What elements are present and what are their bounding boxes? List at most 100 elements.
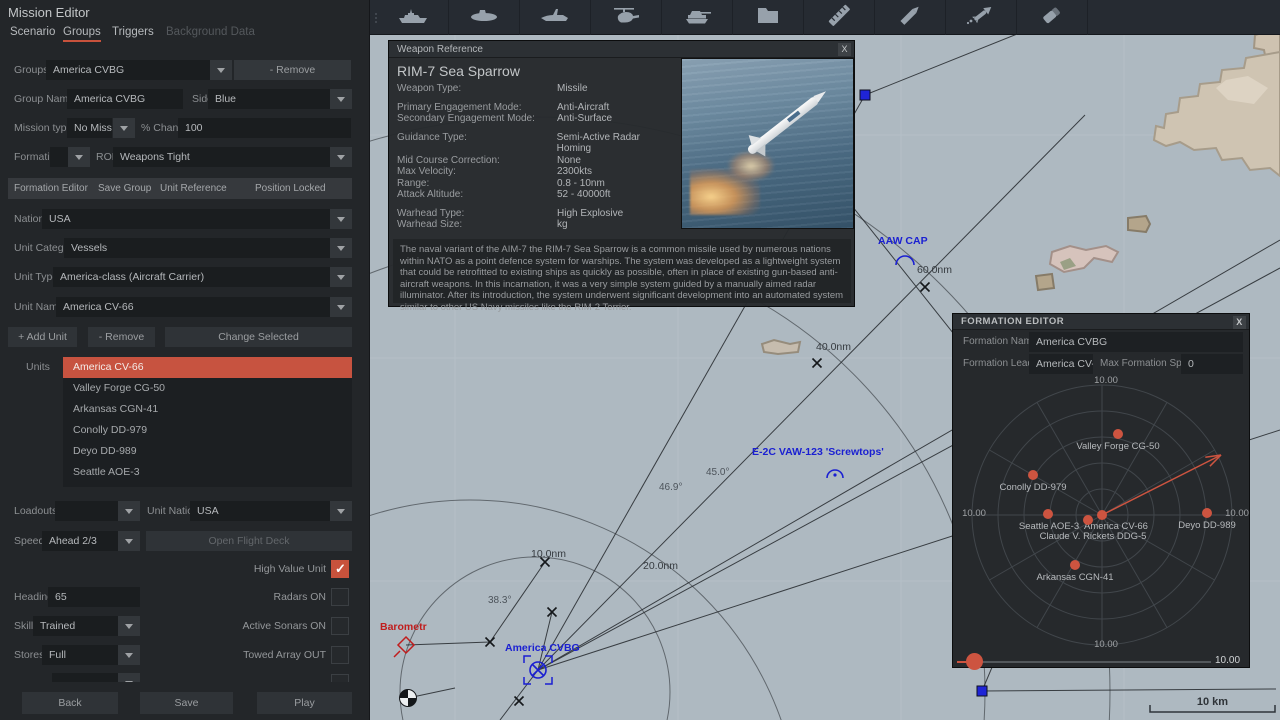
tab-triggers[interactable]: Triggers [112,22,154,42]
formation-ship-dot[interactable] [1202,508,1212,518]
formation-ship-dot[interactable] [1028,470,1038,480]
formation-ship-label[interactable]: Deyo DD-989 [1178,520,1236,531]
unit-nation-select[interactable]: USA [190,501,330,521]
list-item-unit[interactable]: Claude V. Rickets DDG-5 [63,483,352,487]
unit-reference-button[interactable]: Unit Reference [160,178,227,199]
weapon-reference-title: Weapon Reference [397,44,483,55]
toolbar-missile-button[interactable] [946,0,1017,35]
nation-dropdown-arrow[interactable] [330,209,352,229]
loadouts-select[interactable] [55,501,118,521]
mission-type-select[interactable]: No Mission [67,118,112,138]
formation-dropdown-arrow[interactable] [68,147,90,167]
group-name-input[interactable]: America CVBG [67,89,183,109]
formation-ship-dot[interactable] [1070,560,1080,570]
skill-dropdown-arrow[interactable] [118,616,140,636]
america-cvbg-label[interactable]: America CVBG [505,642,580,654]
high-value-unit-checkbox[interactable] [331,560,349,578]
list-item-unit[interactable]: Seattle AOE-3 [63,462,352,483]
formation-ship-dot[interactable] [1083,515,1093,525]
toolbar-ruler-button[interactable] [804,0,875,35]
stat-label: Max Velocity: [397,166,456,177]
close-icon[interactable]: X [838,43,851,56]
towed-array-checkbox[interactable] [331,646,349,664]
unit-type-select[interactable]: America-class (Aircraft Carrier) [53,267,330,287]
barometr-symbol[interactable] [393,635,416,658]
list-item-unit[interactable]: Valley Forge CG-50 [63,378,352,399]
waypoint-square-north[interactable] [859,89,871,101]
formation-select[interactable] [50,147,68,167]
unit-name-dropdown-arrow[interactable] [330,297,352,317]
formation-ship-label[interactable]: Claude V. Rickets DDG-5 [1040,531,1147,542]
groups-dropdown-arrow[interactable] [210,60,232,80]
radars-on-label: Radars ON [273,591,326,603]
stores-dropdown-arrow[interactable] [118,645,140,665]
heading-input[interactable]: 65 [48,587,140,607]
side-dropdown-arrow[interactable] [330,89,352,109]
speed-dropdown-arrow[interactable] [118,531,140,551]
formation-polar-plot[interactable] [953,314,1251,669]
unit-toolbar [370,0,1280,35]
tab-scenario[interactable]: Scenario [10,22,55,42]
list-item-unit[interactable]: Arkansas CGN-41 [63,399,352,420]
remove-group-button[interactable]: - Remove [234,60,351,80]
unit-category-select[interactable]: Vessels [64,238,330,258]
roe-select[interactable]: Weapons Tight [113,147,330,167]
toolbar-helicopter-button[interactable] [591,0,662,35]
list-item-unit[interactable]: Conolly DD-979 [63,420,352,441]
unit-nation-dropdown-arrow[interactable] [330,501,352,521]
list-item-unit[interactable]: Deyo DD-989 [63,441,352,462]
back-button[interactable]: Back [22,692,118,714]
play-button[interactable]: Play [257,692,352,714]
roe-dropdown-arrow[interactable] [330,147,352,167]
tab-background-data[interactable]: Background Data [166,22,255,42]
formation-ship-dot[interactable] [1043,509,1053,519]
formation-slider-track[interactable] [967,661,1211,663]
skill-select[interactable]: Trained [33,616,118,636]
toolbar-warship-button[interactable] [378,0,449,35]
change-selected-button[interactable]: Change Selected [165,327,352,347]
waypoint-square-south[interactable] [976,685,988,697]
formation-ship-label[interactable]: Conolly DD-979 [999,482,1066,493]
add-unit-button[interactable]: + Add Unit [8,327,77,347]
unit-name-select[interactable]: America CV-66 [56,297,330,317]
loadouts-dropdown-arrow[interactable] [118,501,140,521]
aaw-cap-label[interactable]: AAW CAP [878,235,928,247]
mission-type-dropdown-arrow[interactable] [113,118,135,138]
toolbar-pencil-button[interactable] [875,0,946,35]
formation-editor-button[interactable]: Formation Editor [14,178,88,199]
toolbar-submarine-button[interactable] [449,0,520,35]
barometr-label[interactable]: Barometr [380,621,427,633]
unit-type-dropdown-arrow[interactable] [330,267,352,287]
toolbar-aircraft-button[interactable] [520,0,591,35]
unit-category-dropdown-arrow[interactable] [330,238,352,258]
formation-slider-handle[interactable] [966,653,983,670]
radars-on-checkbox[interactable] [331,588,349,606]
e2c-symbol[interactable] [826,469,844,479]
save-button[interactable]: Save [140,692,233,714]
page-title: Mission Editor [8,5,90,20]
formation-ship-dot[interactable] [1113,429,1123,439]
list-item-unit[interactable]: America CV-66 [63,357,352,378]
weapon-reference-titlebar[interactable]: Weapon Reference X [389,41,854,58]
toolbar-tank-button[interactable] [662,0,733,35]
save-group-button[interactable]: Save Group [98,178,151,199]
active-sonars-checkbox[interactable] [331,617,349,635]
e2c-label[interactable]: E-2C VAW-123 'Screwtops' [752,446,884,458]
toolbar-folder-button[interactable] [733,0,804,35]
stores-select[interactable]: Full [42,645,118,665]
speed-select[interactable]: Ahead 2/3 [42,531,118,551]
remove-unit-button[interactable]: - Remove [88,327,155,347]
groups-select[interactable]: America CVBG [46,60,210,80]
formation-ship-label[interactable]: Valley Forge CG-50 [1076,441,1159,452]
toolbar-eraser-button[interactable] [1017,0,1088,35]
bullseye-symbol[interactable] [399,689,417,707]
tab-groups[interactable]: Groups [63,22,101,42]
formation-ship-dot[interactable] [1097,510,1107,520]
open-flight-deck-button[interactable]: Open Flight Deck [146,531,352,551]
chance-input[interactable]: 100 [178,118,351,138]
side-select[interactable]: Blue [208,89,330,109]
toolbar-grip[interactable] [370,0,378,35]
position-locked-toggle[interactable]: Position Locked [255,178,326,199]
formation-ship-label[interactable]: Arkansas CGN-41 [1036,572,1113,583]
nation-select[interactable]: USA [42,209,330,229]
